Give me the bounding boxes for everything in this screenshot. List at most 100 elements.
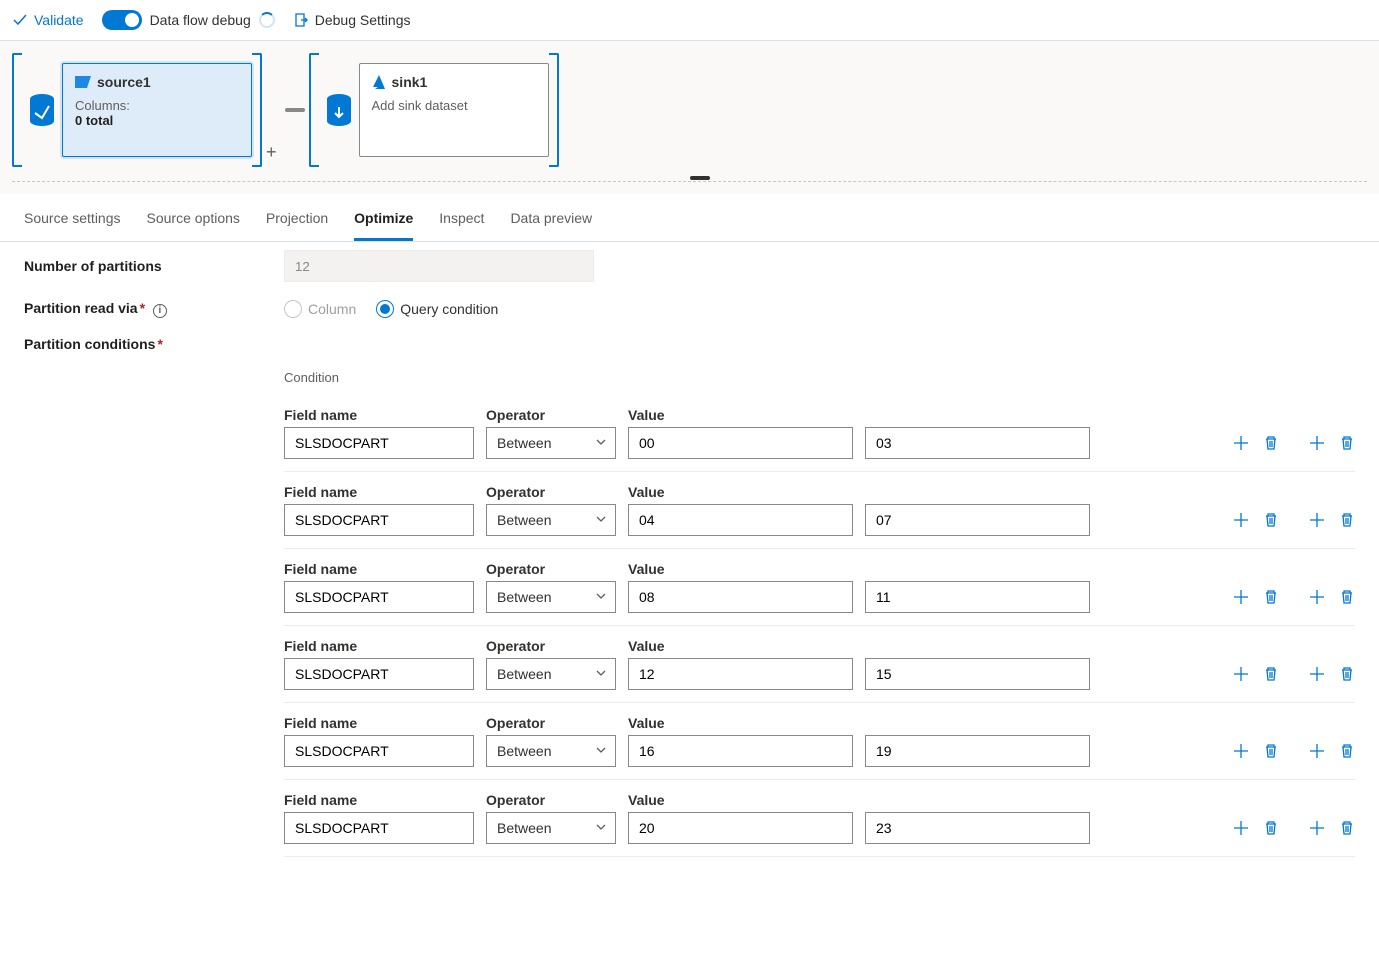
field-name-label: Field name — [284, 561, 474, 577]
resize-handle[interactable] — [12, 181, 1367, 182]
value-label: Value — [628, 407, 1090, 423]
add-inner-button[interactable] — [1233, 666, 1249, 685]
toggle-switch-icon — [102, 10, 142, 30]
condition-row: Field name Operator Between Value — [284, 549, 1355, 626]
value-to-input[interactable] — [865, 812, 1090, 844]
connector-icon — [285, 108, 305, 112]
radio-column[interactable]: Column — [284, 300, 356, 318]
source-columns-label: Columns: — [75, 98, 239, 113]
value-from-input[interactable] — [628, 812, 853, 844]
add-condition-button[interactable] — [1309, 435, 1325, 454]
debug-toggle[interactable]: Data flow debug — [102, 10, 275, 30]
chevron-down-icon — [595, 435, 607, 451]
operator-select[interactable]: Between — [486, 504, 616, 536]
value-label: Value — [628, 561, 1090, 577]
add-condition-button[interactable] — [1309, 666, 1325, 685]
add-inner-button[interactable] — [1233, 512, 1249, 531]
tab-data-preview[interactable]: Data preview — [510, 206, 592, 241]
source-db-icon — [22, 63, 62, 157]
field-name-input[interactable] — [284, 504, 474, 536]
field-name-input[interactable] — [284, 812, 474, 844]
value-label: Value — [628, 715, 1090, 731]
value-to-input[interactable] — [865, 427, 1090, 459]
tab-bar: Source settings Source options Projection O… — [0, 194, 1379, 242]
check-icon — [12, 12, 28, 28]
chevron-down-icon — [595, 512, 607, 528]
validate-label: Validate — [34, 12, 84, 28]
radio-query-condition[interactable]: Query condition — [376, 300, 498, 318]
delete-inner-button[interactable] — [1263, 589, 1279, 608]
tab-inspect[interactable]: Inspect — [439, 206, 484, 241]
azure-icon — [372, 75, 386, 89]
operator-select[interactable]: Between — [486, 735, 616, 767]
source-columns-value: 0 total — [75, 113, 239, 128]
add-inner-button[interactable] — [1233, 820, 1249, 839]
add-condition-button[interactable] — [1309, 743, 1325, 762]
value-to-input[interactable] — [865, 658, 1090, 690]
delete-condition-button[interactable] — [1339, 743, 1355, 762]
condition-row: Field name Operator Between Value — [284, 780, 1355, 857]
delete-condition-button[interactable] — [1339, 512, 1355, 531]
optimize-panel: Number of partitions Partition read via*… — [0, 242, 1379, 897]
operator-label: Operator — [486, 561, 616, 577]
chevron-down-icon — [595, 743, 607, 759]
value-to-input[interactable] — [865, 581, 1090, 613]
tab-optimize[interactable]: Optimize — [354, 206, 413, 241]
operator-select[interactable]: Between — [486, 427, 616, 459]
source-node[interactable]: source1 Columns: 0 total — [62, 63, 252, 157]
value-to-input[interactable] — [865, 504, 1090, 536]
delete-inner-button[interactable] — [1263, 435, 1279, 454]
add-condition-button[interactable] — [1309, 589, 1325, 608]
field-name-input[interactable] — [284, 658, 474, 690]
delete-condition-button[interactable] — [1339, 435, 1355, 454]
value-from-input[interactable] — [628, 427, 853, 459]
sink-node[interactable]: sink1 Add sink dataset — [359, 63, 549, 157]
tab-projection[interactable]: Projection — [266, 206, 328, 241]
delete-inner-button[interactable] — [1263, 820, 1279, 839]
value-to-input[interactable] — [865, 735, 1090, 767]
tab-source-settings[interactable]: Source settings — [24, 206, 121, 241]
value-from-input[interactable] — [628, 581, 853, 613]
tab-source-options[interactable]: Source options — [147, 206, 240, 241]
operator-select[interactable]: Between — [486, 581, 616, 613]
delete-condition-button[interactable] — [1339, 666, 1355, 685]
delete-inner-button[interactable] — [1263, 512, 1279, 531]
operator-label: Operator — [486, 715, 616, 731]
add-inner-button[interactable] — [1233, 589, 1249, 608]
delete-condition-button[interactable] — [1339, 589, 1355, 608]
source-title: source1 — [97, 74, 151, 90]
spinner-icon — [259, 12, 275, 28]
value-from-input[interactable] — [628, 735, 853, 767]
chevron-down-icon — [595, 589, 607, 605]
sink-db-icon — [319, 63, 359, 157]
operator-label: Operator — [486, 638, 616, 654]
field-name-label: Field name — [284, 484, 474, 500]
condition-row: Field name Operator Between Value — [284, 395, 1355, 472]
add-step-button[interactable]: + — [262, 142, 281, 167]
field-name-input[interactable] — [284, 735, 474, 767]
operator-select[interactable]: Between — [486, 658, 616, 690]
field-name-label: Field name — [284, 715, 474, 731]
field-name-input[interactable] — [284, 581, 474, 613]
add-inner-button[interactable] — [1233, 435, 1249, 454]
value-from-input[interactable] — [628, 504, 853, 536]
delete-condition-button[interactable] — [1339, 820, 1355, 839]
partition-read-label: Partition read via* i — [24, 300, 284, 318]
add-inner-button[interactable] — [1233, 743, 1249, 762]
validate-button[interactable]: Validate — [12, 12, 84, 28]
debug-settings-button[interactable]: Debug Settings — [293, 12, 411, 28]
add-condition-button[interactable] — [1309, 820, 1325, 839]
info-icon[interactable]: i — [153, 304, 167, 318]
sap-icon — [75, 76, 91, 88]
field-name-input[interactable] — [284, 427, 474, 459]
condition-row: Field name Operator Between Value — [284, 626, 1355, 703]
debug-toggle-label: Data flow debug — [150, 12, 251, 28]
delete-inner-button[interactable] — [1263, 743, 1279, 762]
toolbar: Validate Data flow debug Debug Settings — [0, 0, 1379, 41]
delete-inner-button[interactable] — [1263, 666, 1279, 685]
value-label: Value — [628, 484, 1090, 500]
value-from-input[interactable] — [628, 658, 853, 690]
operator-label: Operator — [486, 792, 616, 808]
add-condition-button[interactable] — [1309, 512, 1325, 531]
operator-select[interactable]: Between — [486, 812, 616, 844]
